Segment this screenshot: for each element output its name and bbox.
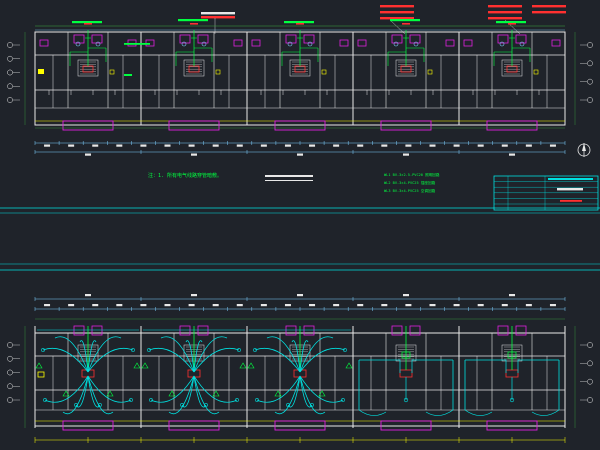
dimension-value — [44, 304, 51, 307]
dimension-value — [509, 294, 515, 297]
dimension-value — [333, 144, 340, 147]
dimension-value — [236, 144, 243, 147]
dimension-value — [188, 144, 195, 147]
top-plan-note: 注：1. 所有电气线路穿管暗敷。 — [148, 172, 222, 179]
circuit-tag — [402, 23, 410, 25]
dimension-value — [429, 304, 436, 307]
dimension-value — [297, 153, 303, 156]
dimension-value — [140, 304, 147, 307]
dimension-value — [116, 144, 123, 147]
dimension-value — [405, 144, 412, 147]
dimension-value — [453, 304, 460, 307]
cad-drawing-canvas: 注：1. 所有电气线路穿管暗敷。 WL1 BV-3×2.5-PVC20 照明回路… — [0, 0, 600, 450]
dimension-value — [188, 304, 195, 307]
dimension-value — [501, 304, 508, 307]
dimension-value — [509, 153, 515, 156]
dimension-value — [403, 294, 409, 297]
dimension-value — [284, 144, 291, 147]
dimension-value — [284, 304, 291, 307]
dimension-value — [92, 144, 99, 147]
dimension-value — [525, 304, 532, 307]
dimension-value — [525, 144, 532, 147]
circuit-label — [124, 43, 150, 45]
dimension-value — [260, 304, 267, 307]
dimension-value — [501, 144, 508, 147]
legend-block: WL1 BV-3×2.5-PVC20 照明回路 WL2 BV-3×4-PVC25… — [384, 172, 440, 193]
dimension-value — [44, 144, 51, 147]
callout-label — [201, 16, 235, 19]
callout-label — [532, 5, 566, 8]
dimension-value — [357, 144, 364, 147]
circuit-label — [390, 19, 420, 22]
distribution-box — [38, 69, 44, 74]
callout-label — [488, 5, 522, 8]
dimension-value — [191, 294, 197, 297]
dimension-value — [453, 144, 460, 147]
callout-label — [201, 12, 235, 15]
dimension-value — [164, 144, 171, 147]
dimension-value — [236, 304, 243, 307]
dimension-value — [357, 304, 364, 307]
circuit-tag — [508, 23, 516, 25]
callout-label — [488, 17, 522, 20]
circuit-label — [284, 21, 314, 24]
dimension-value — [405, 304, 412, 307]
dimension-value — [68, 144, 75, 147]
dimension-value — [212, 144, 219, 147]
circuit-label — [124, 74, 132, 76]
dimension-value — [333, 304, 340, 307]
title-block-project — [548, 178, 593, 180]
dimension-value — [116, 304, 123, 307]
circuit-label — [178, 19, 208, 22]
legend-line-2: WL2 BV-3×4-PVC25 插座回路 — [384, 180, 436, 185]
title-underline-bar — [265, 175, 313, 177]
dimension-value — [260, 144, 267, 147]
circuit-tag — [296, 23, 304, 25]
callout-label — [380, 11, 414, 14]
title-block-number — [560, 200, 582, 202]
legend-line-1: WL1 BV-3×2.5-PVC20 照明回路 — [384, 172, 440, 177]
dimension-value — [85, 153, 91, 156]
circuit-label — [496, 21, 526, 24]
dimension-value — [549, 144, 556, 147]
callout-label — [380, 5, 414, 8]
dimension-value — [164, 304, 171, 307]
circuit-tag — [84, 23, 92, 25]
legend-line-3: WL3 BV-3×4-PVC25 空调回路 — [384, 188, 436, 193]
dimension-value — [477, 304, 484, 307]
callout-label — [532, 11, 566, 14]
dimension-value — [85, 294, 91, 297]
dimension-value — [381, 144, 388, 147]
title-block-name — [557, 188, 583, 191]
dimension-value — [212, 304, 219, 307]
dimension-value — [191, 153, 197, 156]
dimension-value — [309, 144, 316, 147]
dimension-value — [429, 144, 436, 147]
dimension-value — [140, 144, 147, 147]
title-underline-bar-2 — [265, 180, 313, 181]
dimension-value — [68, 304, 75, 307]
dimension-value — [309, 304, 316, 307]
dimension-value — [403, 153, 409, 156]
circuit-label — [72, 21, 102, 24]
dimension-value — [92, 304, 99, 307]
dimension-value — [297, 294, 303, 297]
callout-label — [488, 11, 522, 14]
dimension-value — [549, 304, 556, 307]
dimension-value — [381, 304, 388, 307]
circuit-tag — [190, 23, 198, 25]
dimension-value — [477, 144, 484, 147]
